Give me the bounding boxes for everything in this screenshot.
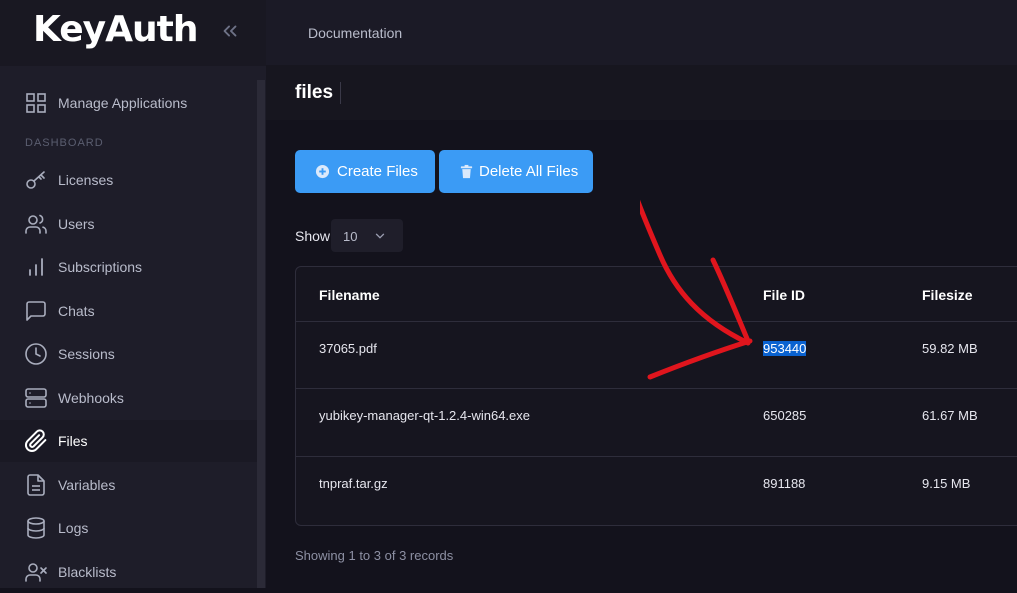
sidebar-item-label: Variables [58, 477, 116, 493]
topbar: Documentation [266, 0, 1017, 65]
sidebar-item-label: Manage Applications [58, 95, 188, 111]
create-files-button[interactable]: Create Files [295, 150, 435, 193]
sidebar-item-licenses[interactable]: Licenses [0, 159, 257, 201]
sidebar-item-blacklists[interactable]: Blacklists [0, 551, 257, 593]
column-header-file-id[interactable]: File ID [763, 287, 805, 303]
collapse-sidebar-icon[interactable] [219, 20, 241, 42]
table-cell-file-id[interactable]: 650285 [763, 408, 806, 423]
users-icon [25, 214, 47, 234]
table-cell-file-id[interactable]: 953440 [763, 341, 807, 356]
files-table: Filename File ID Filesize 37065.pdf 9534… [295, 266, 1017, 526]
chevron-down-icon [375, 233, 385, 239]
row-divider [296, 456, 1017, 457]
create-files-label: Create Files [337, 163, 418, 180]
table-cell-filename: yubikey-manager-qt-1.2.4-win64.exe [319, 408, 530, 423]
column-header-filesize[interactable]: Filesize [922, 287, 973, 303]
user-x-icon [25, 563, 47, 582]
page-header: files [266, 65, 1017, 120]
database-icon [27, 517, 45, 539]
sidebar-item-files[interactable]: Files [0, 420, 257, 462]
sidebar-item-label: Licenses [58, 172, 114, 188]
page-size-value: 10 [343, 229, 358, 244]
delete-all-files-label: Delete All Files [479, 163, 579, 180]
table-cell-filesize: 61.67 MB [922, 408, 978, 423]
logo-bar: KeyAuth [0, 0, 266, 66]
section-label-dashboard: DASHBOARD [25, 137, 104, 149]
sidebar-item-label: Users [58, 216, 95, 232]
sidebar-item-label: Logs [58, 520, 89, 536]
title-divider [340, 82, 341, 104]
paperclip-icon [25, 429, 47, 452]
column-header-filename[interactable]: Filename [319, 287, 380, 303]
server-icon [25, 388, 47, 408]
documentation-link[interactable]: Documentation [308, 25, 402, 41]
page-title: files [295, 82, 334, 103]
table-cell-filename: 37065.pdf [319, 341, 377, 356]
sidebar: KeyAuth Manage Applications DASHBOARD Li… [0, 0, 266, 588]
sidebar-item-sessions[interactable]: Sessions [0, 333, 257, 375]
sidebar-item-label: Webhooks [58, 390, 124, 406]
sidebar-item-chats[interactable]: Chats [0, 290, 257, 332]
sidebar-item-label: Files [58, 433, 88, 449]
row-divider [296, 321, 1017, 322]
chat-icon [26, 301, 46, 321]
sidebar-item-users[interactable]: Users [0, 203, 257, 245]
sidebar-item-label: Subscriptions [58, 259, 143, 275]
page-size-select[interactable]: 10 [331, 219, 403, 252]
sidebar-item-label: Chats [58, 303, 95, 319]
sidebar-item-webhooks[interactable]: Webhooks [0, 377, 257, 419]
clock-icon [25, 343, 47, 365]
sidebar-item-label: Sessions [58, 346, 115, 362]
records-info: Showing 1 to 3 of 3 records [295, 548, 454, 563]
file-text-icon [27, 474, 45, 496]
sidebar-item-label: Blacklists [58, 564, 117, 580]
sidebar-scrollbar[interactable] [257, 80, 265, 588]
trash-icon [460, 164, 473, 179]
grid-icon [26, 93, 46, 113]
sidebar-item-manage-applications[interactable]: Manage Applications [0, 82, 257, 124]
row-divider [296, 388, 1017, 389]
keyauth-logo[interactable]: KeyAuth [33, 9, 198, 50]
plus-circle-icon [315, 164, 330, 179]
table-cell-file-id[interactable]: 891188 [763, 476, 805, 491]
table-cell-filesize: 59.82 MB [922, 341, 978, 356]
bar-chart-icon [29, 258, 43, 276]
delete-all-files-button[interactable]: Delete All Files [439, 150, 593, 193]
sidebar-item-variables[interactable]: Variables [0, 464, 257, 506]
table-cell-filesize: 9.15 MB [922, 476, 971, 491]
show-entries-label: Show [295, 228, 331, 244]
sidebar-item-logs[interactable]: Logs [0, 507, 257, 549]
table-cell-filename: tnpraf.tar.gz [319, 476, 388, 491]
key-icon [26, 171, 45, 189]
sidebar-item-subscriptions[interactable]: Subscriptions [0, 246, 257, 288]
